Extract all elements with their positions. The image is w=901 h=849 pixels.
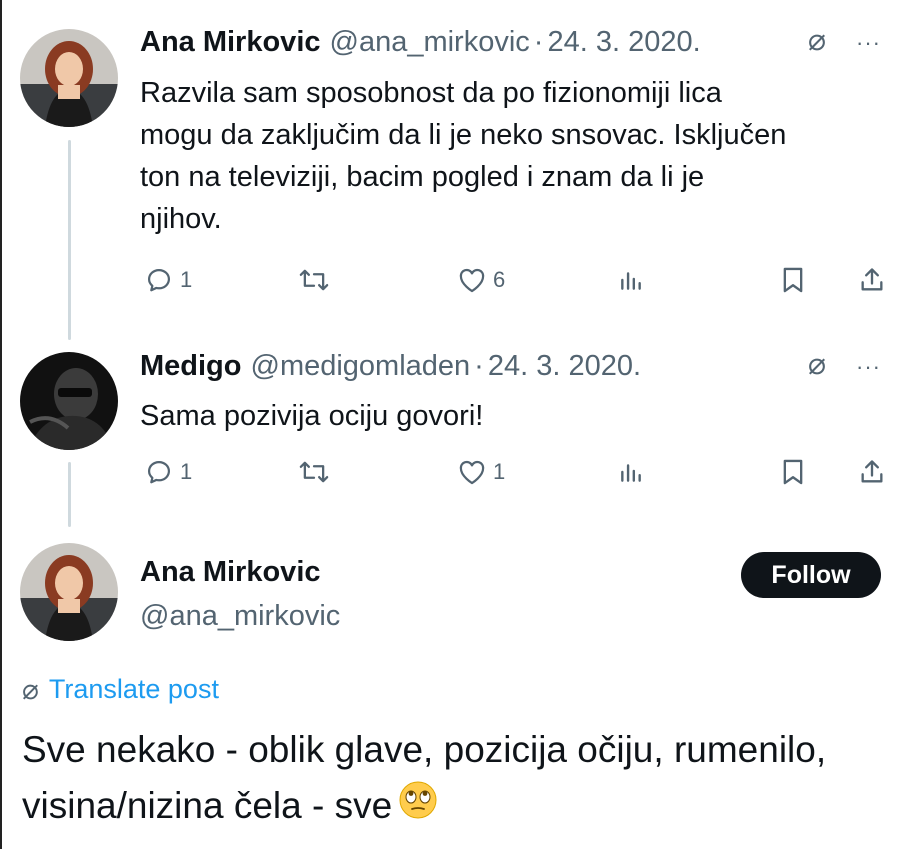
translate-post-link[interactable]: ⌀ Translate post [22,673,219,706]
like-count: 1 [493,459,506,484]
thread-connector-2 [68,462,71,527]
tweet-2-header: Medigo @medigomladen · 24. 3. 2020. [140,350,641,383]
share-button[interactable] [858,260,886,300]
avatar-medigo[interactable] [20,352,118,450]
frame-edge [0,0,2,849]
share-icon [858,266,886,294]
tweet-1-actions: 1 6 [140,260,900,300]
separator-dot: · [474,350,484,382]
views-button[interactable] [618,452,644,492]
bookmark-button[interactable] [780,452,806,492]
avatar-ana-mirkovic[interactable] [20,29,118,127]
main-tweet-text: Sve nekako - oblik glave, pozicija očiju… [22,722,892,836]
more-options-icon[interactable]: ··· [856,356,881,378]
author-name[interactable]: Medigo [140,350,242,383]
reply-button[interactable]: 1 [145,260,192,300]
like-icon [458,267,486,293]
translate-slash-icon[interactable]: ⌀ [808,26,826,56]
views-icon [618,267,644,293]
follow-button[interactable]: Follow [741,552,881,598]
like-button[interactable]: 1 [458,452,505,492]
translate-post-label: Translate post [48,674,219,704]
tweet-1-header: Ana Mirkovic @ana_mirkovic · 24. 3. 2020… [140,26,701,59]
tweet-text-line: Razvila sam sposobnost da po fizionomiji… [140,77,722,109]
more-options-icon[interactable]: ··· [856,32,881,54]
reply-icon [145,458,173,486]
share-button[interactable] [858,452,886,492]
retweet-icon [298,458,330,486]
author-handle[interactable]: @medigomladen [251,350,471,383]
reply-count: 1 [180,267,193,292]
separator-dot: · [533,26,544,58]
bookmark-button[interactable] [780,260,806,300]
face-with-rolling-eyes-emoji [398,780,438,836]
tweet-text-line: mogu da zaključim da li je neko snsovac.… [140,119,787,151]
retweet-icon [298,266,330,294]
tweet-text-line: visina/nizina čela - sve [22,778,892,836]
views-icon [618,459,644,485]
thread-connector-1 [68,140,71,340]
bookmark-icon [780,458,806,486]
avatar-ana-mirkovic[interactable] [20,543,118,641]
views-button[interactable] [618,260,644,300]
share-icon [858,458,886,486]
like-count: 6 [493,267,506,292]
reply-icon [145,266,173,294]
post-date[interactable]: 24. 3. 2020. [547,26,700,59]
tweet-2-actions: 1 1 [140,452,900,492]
tweet-1-text: Razvila sam sposobnost da po fizionomiji… [140,72,900,240]
author-handle[interactable]: @ana_mirkovic [330,26,530,59]
author-handle[interactable]: @ana_mirkovic [140,600,340,633]
author-name[interactable]: Ana Mirkovic [140,556,321,589]
reply-count: 1 [180,459,193,484]
translate-slash-icon[interactable]: ⌀ [808,350,826,380]
author-name[interactable]: Ana Mirkovic [140,26,321,59]
tweet-text-fragment: visina/nizina čela - sve [22,785,393,826]
tweet-text-line: Sve nekako - oblik glave, pozicija očiju… [22,729,827,770]
tweet-text-line: njihov. [140,203,222,235]
like-button[interactable]: 6 [458,260,505,300]
reply-button[interactable]: 1 [145,452,192,492]
translate-slash-icon: ⌀ [22,674,39,705]
post-date[interactable]: 24. 3. 2020. [488,350,641,383]
tweet-2-text: Sama pozivija ociju govori! [140,400,484,432]
tweet-text-line: ton na televiziji, bacim pogled i znam d… [140,161,705,193]
retweet-button[interactable] [298,260,330,300]
bookmark-icon [780,266,806,294]
retweet-button[interactable] [298,452,330,492]
like-icon [458,459,486,485]
